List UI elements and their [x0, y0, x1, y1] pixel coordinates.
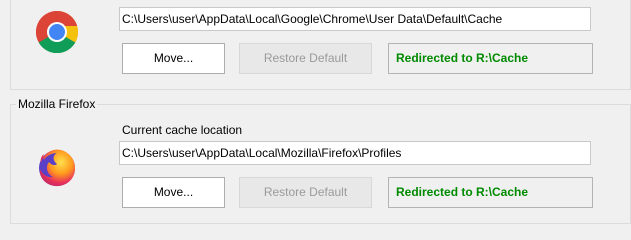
firefox-group-title: Mozilla Firefox [16, 97, 98, 111]
firefox-restore-default-button[interactable]: Restore Default [239, 177, 372, 208]
chrome-move-button[interactable]: Move... [122, 43, 225, 74]
chrome-cache-path-field[interactable]: C:\Users\user\AppData\Local\Google\Chrom… [119, 7, 591, 31]
firefox-icon [39, 149, 76, 187]
current-cache-location-label: Current cache location [122, 123, 243, 137]
firefox-status: Redirected to R:\Cache [388, 177, 593, 208]
chrome-status: Redirected to R:\Cache [388, 43, 593, 74]
firefox-cache-path-field[interactable]: C:\Users\user\AppData\Local\Mozilla\Fire… [119, 141, 591, 165]
firefox-move-button[interactable]: Move... [122, 177, 225, 208]
chrome-restore-default-button[interactable]: Restore Default [239, 43, 372, 74]
chrome-icon [35, 10, 79, 54]
